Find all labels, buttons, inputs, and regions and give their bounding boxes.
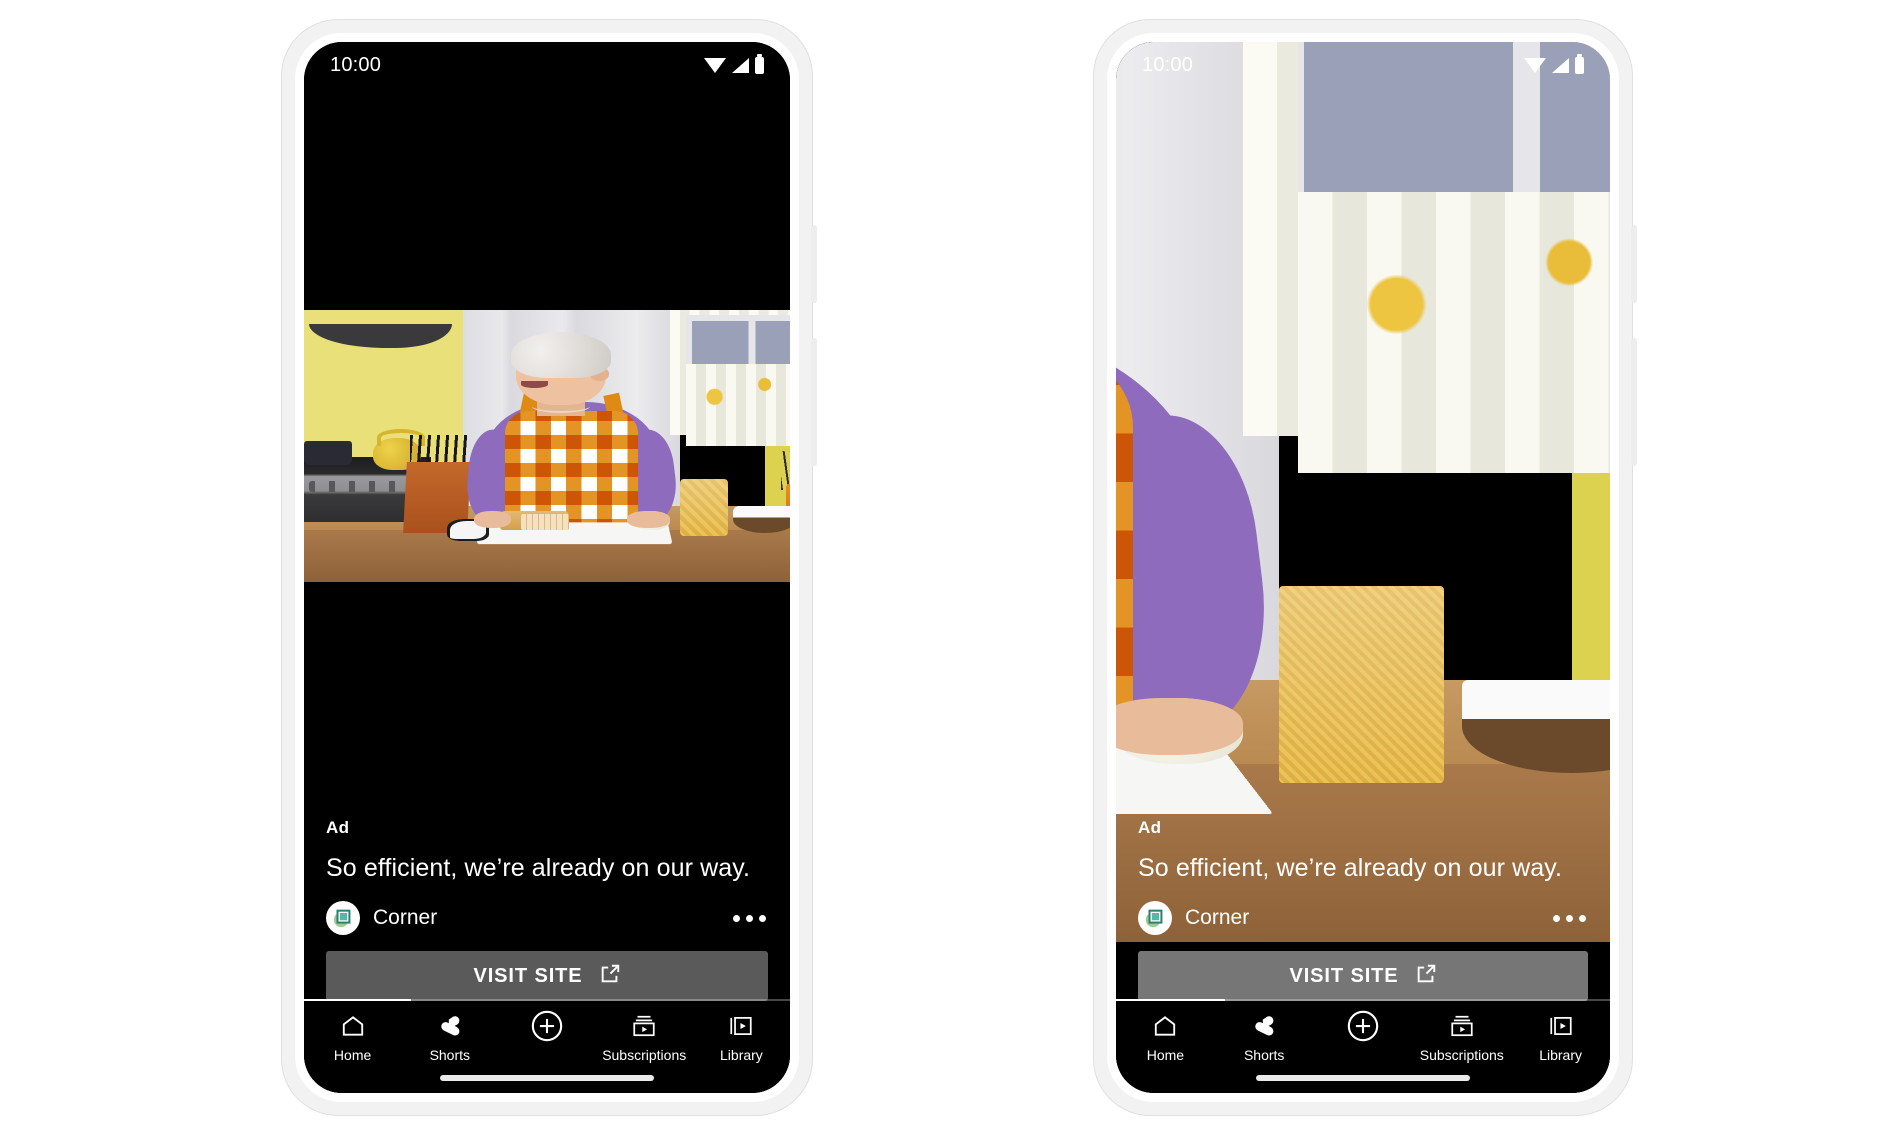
nav-label-shorts: Shorts xyxy=(1243,1047,1285,1063)
visit-site-label: VISIT SITE xyxy=(473,964,583,987)
nav-label-library: Library xyxy=(720,1047,763,1063)
nav-label-home: Home xyxy=(1146,1047,1185,1063)
kitchen-scene-wide xyxy=(304,310,790,582)
ad-headline: So efficient, we’re already on our way. xyxy=(326,854,751,882)
corner-logo-icon xyxy=(1138,901,1172,935)
volume-button-left[interactable] xyxy=(811,338,817,466)
kebab-menu-icon[interactable] xyxy=(1551,907,1588,930)
video-frame-letterboxed xyxy=(304,310,790,582)
nav-item-shorts[interactable]: Shorts xyxy=(1215,1011,1314,1063)
external-link-icon xyxy=(599,963,621,990)
subscriptions-icon xyxy=(1449,1011,1475,1041)
brand-name: Corner xyxy=(1185,906,1250,929)
wifi-icon xyxy=(704,57,726,73)
visit-site-button[interactable]: VISIT SITE xyxy=(326,951,768,1001)
nav-label-home: Home xyxy=(333,1047,372,1063)
pasta-jar xyxy=(680,478,728,536)
signal-icon xyxy=(732,57,749,73)
ad-brand[interactable]: Corner xyxy=(326,901,437,935)
window-curtain-lower xyxy=(685,364,790,446)
phone-mockup-left: 10:00 Ad So efficient, we’re already on … xyxy=(282,20,817,1115)
phone-screen-right: 10:00 Ad So efficient, we’re already on … xyxy=(1116,42,1610,1093)
status-clock: 10:00 xyxy=(330,53,382,76)
woman-hand-right xyxy=(627,511,670,528)
ad-brand-row: Corner xyxy=(1138,901,1588,935)
nav-label-library: Library xyxy=(1539,1047,1582,1063)
ad-badge: Ad xyxy=(1138,818,1162,837)
subscriptions-icon xyxy=(631,1011,657,1041)
status-icons xyxy=(704,53,764,74)
phone-mockup-right: 10:00 Ad So efficient, we’re already on … xyxy=(1094,20,1637,1115)
brand-name: Corner xyxy=(373,906,438,929)
nav-label-subscriptions: Subscriptions xyxy=(602,1047,687,1063)
status-clock: 10:00 xyxy=(1142,53,1194,76)
visit-site-button[interactable]: VISIT SITE xyxy=(1138,951,1588,1001)
nav-item-subscriptions[interactable]: Subscriptions xyxy=(596,1011,693,1063)
power-button-right[interactable] xyxy=(1631,225,1637,303)
woman-hand-right xyxy=(1116,698,1243,755)
nav-item-create[interactable] xyxy=(498,1010,595,1047)
library-icon xyxy=(1548,1011,1574,1041)
window-curtain-lower xyxy=(1297,191,1610,474)
create-plus-icon xyxy=(530,1010,564,1042)
nav-item-library[interactable]: Library xyxy=(1511,1011,1610,1063)
volume-button-right[interactable] xyxy=(1631,338,1637,466)
battery-icon xyxy=(755,53,764,74)
kitchen-scene-cropped xyxy=(1116,42,1610,943)
comparison-canvas: 10:00 Ad So efficient, we’re already on … xyxy=(0,0,1900,1131)
woman-smile xyxy=(521,380,548,388)
nav-label-subscriptions: Subscriptions xyxy=(1419,1047,1504,1063)
ad-brand[interactable]: Corner xyxy=(1138,901,1249,935)
nav-item-home[interactable]: Home xyxy=(1116,1011,1215,1063)
woman-hair xyxy=(510,331,612,378)
wifi-icon xyxy=(1524,57,1546,73)
pasta-jar xyxy=(1279,585,1444,783)
ad-brand-row: Corner xyxy=(326,901,768,935)
ad-headline: So efficient, we’re already on our way. xyxy=(1138,854,1563,882)
create-plus-icon xyxy=(1346,1010,1380,1042)
library-icon xyxy=(728,1011,754,1041)
ad-overlay-left: Ad So efficient, we’re already on our wa… xyxy=(304,818,790,1001)
phone-screen-left: 10:00 Ad So efficient, we’re already on … xyxy=(304,42,790,1093)
home-icon xyxy=(340,1011,366,1041)
cooking-pot xyxy=(304,440,352,466)
nav-item-library[interactable]: Library xyxy=(693,1011,790,1063)
nav-item-subscriptions[interactable]: Subscriptions xyxy=(1412,1011,1511,1063)
home-indicator-right[interactable] xyxy=(1256,1075,1470,1081)
external-link-icon xyxy=(1415,963,1437,990)
nav-item-home[interactable]: Home xyxy=(304,1011,401,1063)
woman-hand-left xyxy=(473,511,511,528)
corner-logo-icon xyxy=(326,901,360,935)
kebab-menu-icon[interactable] xyxy=(731,907,768,930)
wooden-bowl xyxy=(733,505,790,534)
ad-badge: Ad xyxy=(326,818,350,837)
phone-bezel-left: 10:00 Ad So efficient, we’re already on … xyxy=(295,33,799,1102)
power-button-left[interactable] xyxy=(811,225,817,303)
signal-icon xyxy=(1552,57,1569,73)
status-icons xyxy=(1524,53,1584,74)
nav-item-create[interactable] xyxy=(1314,1010,1413,1047)
visit-site-label: VISIT SITE xyxy=(1289,964,1399,987)
bread-slices xyxy=(521,514,569,531)
shorts-icon xyxy=(1251,1011,1277,1041)
home-icon xyxy=(1152,1011,1178,1041)
nav-label-shorts: Shorts xyxy=(429,1047,471,1063)
shorts-icon xyxy=(437,1011,463,1041)
status-bar-right: 10:00 xyxy=(1116,42,1610,88)
nav-item-shorts[interactable]: Shorts xyxy=(401,1011,498,1063)
battery-icon xyxy=(1575,53,1584,74)
phone-bezel-right: 10:00 Ad So efficient, we’re already on … xyxy=(1107,33,1619,1102)
status-bar-left: 10:00 xyxy=(304,42,790,88)
home-indicator-left[interactable] xyxy=(440,1075,654,1081)
ad-overlay-right: Ad So efficient, we’re already on our wa… xyxy=(1116,818,1610,1001)
